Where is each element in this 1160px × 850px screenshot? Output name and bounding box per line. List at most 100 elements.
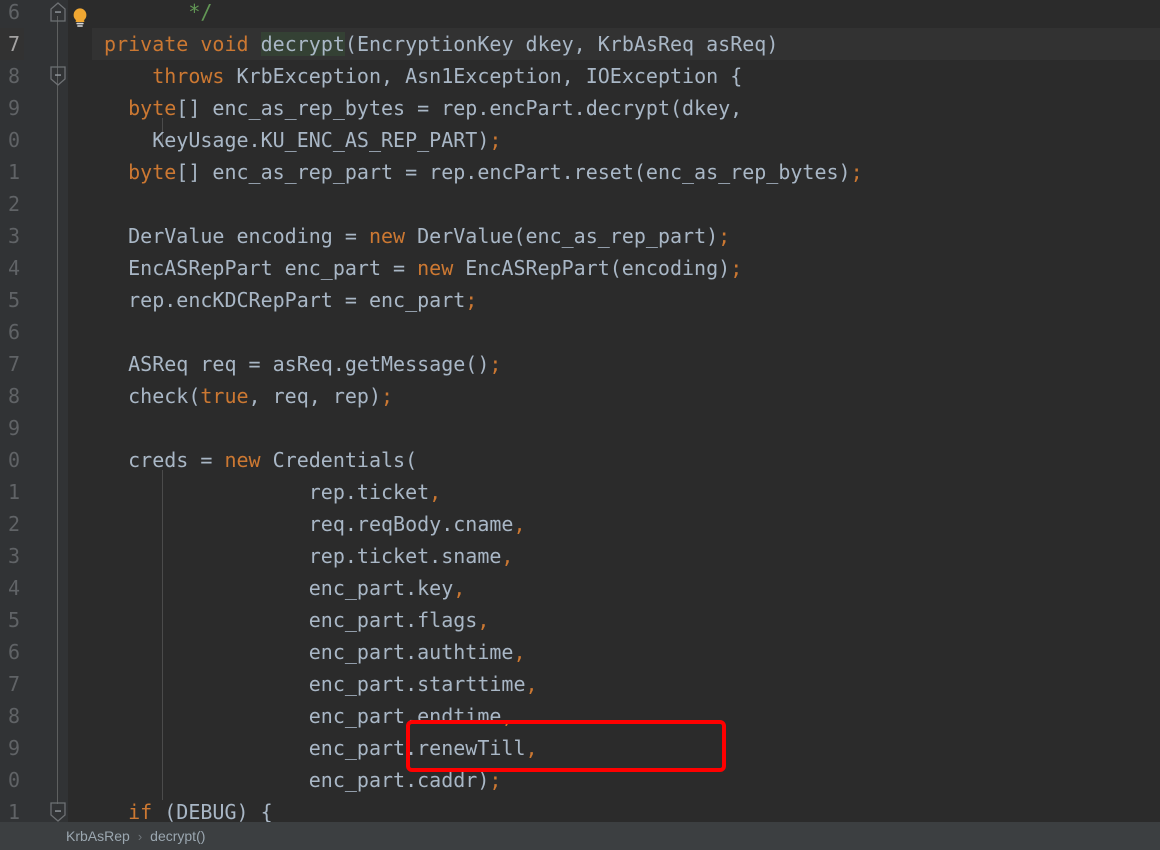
- code-token: new: [417, 256, 454, 280]
- code-token: enc_part.key: [308, 576, 454, 600]
- code-line[interactable]: enc_part.starttime,: [92, 668, 1160, 700]
- fold-marker-fold-end-down[interactable]: [50, 802, 66, 822]
- fold-marker-fold-start-down[interactable]: [50, 66, 66, 86]
- code-token: ,: [501, 704, 514, 728]
- code-token: ,: [477, 608, 490, 632]
- line-number: 4: [7, 576, 20, 600]
- code-line[interactable]: rep.ticket.sname,: [92, 540, 1160, 572]
- code-line[interactable]: DerValue encoding = new DerValue(enc_as_…: [92, 220, 1160, 252]
- intention-bulb-icon[interactable]: [70, 0, 90, 32]
- code-token: EncASRepPart(encoding): [453, 256, 731, 280]
- line-number: 2: [7, 192, 20, 216]
- line-number: 6: [7, 320, 20, 344]
- code-token: creds =: [128, 448, 225, 472]
- code-text-area[interactable]: */ private void decrypt(EncryptionKey dk…: [92, 0, 1160, 824]
- code-line[interactable]: check(true, req, rep);: [92, 380, 1160, 412]
- code-token: [] enc_as_rep_bytes = rep.encPart.decryp…: [176, 96, 743, 120]
- code-token: private: [104, 32, 189, 56]
- line-number: 9: [7, 96, 20, 120]
- code-line[interactable]: enc_part.flags,: [92, 604, 1160, 636]
- code-token: KeyUsage.KU_ENC_AS_REP_PART): [152, 128, 490, 152]
- code-token: enc_part.renewTill: [308, 736, 526, 760]
- code-token: byte: [128, 160, 177, 184]
- code-token: EncASRepPart enc_part =: [128, 256, 418, 280]
- line-number: 6: [7, 0, 20, 24]
- code-token: enc_part.starttime: [308, 672, 526, 696]
- code-line[interactable]: rep.ticket,: [92, 476, 1160, 508]
- code-line[interactable]: creds = new Credentials(: [92, 444, 1160, 476]
- code-line[interactable]: */: [92, 0, 1160, 28]
- code-token: new: [224, 448, 261, 472]
- code-token: rep.ticket: [308, 480, 430, 504]
- code-line[interactable]: enc_part.renewTill,: [92, 732, 1160, 764]
- code-line[interactable]: byte[] enc_as_rep_bytes = rep.encPart.de…: [92, 92, 1160, 124]
- code-line[interactable]: byte[] enc_as_rep_part = rep.encPart.res…: [92, 156, 1160, 188]
- code-line[interactable]: [92, 316, 1160, 348]
- line-number: 7: [7, 672, 20, 696]
- code-line[interactable]: EncASRepPart enc_part = new EncASRepPart…: [92, 252, 1160, 284]
- code-line[interactable]: req.reqBody.cname,: [92, 508, 1160, 540]
- line-number: 0: [7, 768, 20, 792]
- code-line[interactable]: enc_part.authtime,: [92, 636, 1160, 668]
- code-line[interactable]: throws KrbException, Asn1Exception, IOEx…: [92, 60, 1160, 92]
- line-number: 3: [7, 544, 20, 568]
- code-token: byte: [128, 96, 177, 120]
- code-token: */: [188, 0, 213, 24]
- breadcrumb-item-class[interactable]: KrbAsRep: [64, 828, 132, 844]
- code-line[interactable]: rep.encKDCRepPart = enc_part;: [92, 284, 1160, 316]
- line-number: 5: [7, 288, 20, 312]
- line-number: 2: [7, 512, 20, 536]
- code-line[interactable]: [92, 188, 1160, 220]
- code-token: ;: [489, 352, 502, 376]
- breadcrumb-item-method[interactable]: decrypt(): [148, 828, 207, 844]
- code-token: new: [368, 224, 406, 248]
- code-token: ASReq req = asReq.getMessage(): [128, 352, 490, 376]
- code-line[interactable]: [92, 412, 1160, 444]
- code-token: Credentials(: [260, 448, 418, 472]
- editor-gutter: 67890123456789012345678901: [0, 0, 68, 824]
- code-line[interactable]: private void decrypt(EncryptionKey dkey,…: [92, 28, 1160, 60]
- code-line[interactable]: enc_part.key,: [92, 572, 1160, 604]
- lightbulb-glyph: [73, 8, 87, 27]
- code-token: ;: [730, 256, 743, 280]
- code-token: enc_part.endtime: [308, 704, 502, 728]
- code-line[interactable]: enc_part.endtime,: [92, 700, 1160, 732]
- line-number: 0: [7, 128, 20, 152]
- code-token: ;: [489, 768, 502, 792]
- line-number: 7: [0, 28, 24, 60]
- code-line[interactable]: KeyUsage.KU_ENC_AS_REP_PART);: [92, 124, 1160, 156]
- code-token: rep.ticket.sname: [308, 544, 502, 568]
- code-line[interactable]: enc_part.caddr);: [92, 764, 1160, 796]
- line-number: 3: [7, 224, 20, 248]
- code-token: DerValue(enc_as_rep_part): [405, 224, 719, 248]
- fold-marker-fold-end-up[interactable]: [50, 2, 66, 22]
- code-token: ;: [465, 288, 478, 312]
- code-token: ;: [489, 128, 502, 152]
- line-number: 0: [7, 448, 20, 472]
- breadcrumb-separator-icon: ›: [137, 828, 143, 844]
- code-folding-column[interactable]: [48, 0, 68, 822]
- code-line[interactable]: ASReq req = asReq.getMessage();: [92, 348, 1160, 380]
- code-token: void: [200, 32, 249, 56]
- code-token: enc_part.caddr): [308, 768, 490, 792]
- line-number: 8: [7, 384, 20, 408]
